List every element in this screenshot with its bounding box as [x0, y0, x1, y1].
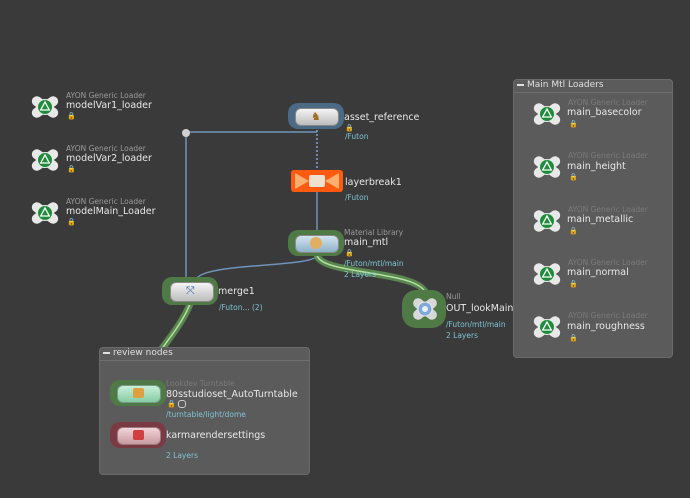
node-type-label: Lookdev Turntable	[166, 379, 235, 388]
node-body: ♞	[295, 108, 339, 126]
node-type-label: AYON Generic Loader	[568, 258, 648, 267]
network-box-main-mtl-loaders[interactable]: Main Mtl Loaders AYON Generic Loader mai…	[513, 79, 673, 358]
node-type-label: Material Library	[344, 228, 404, 237]
node-path: /Futon/mtl/main	[446, 320, 506, 329]
turntable-icon	[133, 388, 144, 398]
node-name: asset_reference	[344, 112, 420, 123]
node-name: karmarendersettings	[166, 430, 266, 441]
layerbreak-icon	[295, 173, 339, 189]
node-name: merge1	[218, 286, 255, 297]
node-body	[117, 385, 161, 403]
karma-icon	[133, 430, 144, 440]
node-type-label: AYON Generic Loader	[568, 311, 648, 320]
node-name: main_roughness	[567, 321, 645, 332]
loader-icon	[28, 146, 62, 178]
node-body: ⤧	[170, 282, 214, 302]
loader-icon	[28, 93, 62, 125]
node-name: main_normal	[567, 267, 629, 278]
display-flag-icon	[178, 400, 186, 408]
loader-icon	[530, 207, 564, 239]
node-type-label: AYON Generic Loader	[66, 91, 146, 100]
lock-icon: 🔒	[569, 227, 578, 235]
node-name: main_mtl	[344, 237, 389, 248]
node-name: modelVar2_loader	[66, 153, 152, 164]
lock-icon: 🔒	[569, 173, 578, 181]
wire-dot[interactable]	[182, 129, 190, 137]
collapse-icon[interactable]	[103, 351, 110, 354]
node-body	[117, 427, 161, 445]
wire-asset-to-merge	[185, 131, 317, 280]
merge-icon: ⤧	[186, 284, 195, 297]
node-name: main_metallic	[567, 214, 634, 225]
loader-icon	[530, 260, 564, 292]
loader-icon	[530, 313, 564, 345]
loader-icon	[530, 100, 564, 132]
node-name: OUT_lookMain	[446, 303, 514, 314]
material-icon	[310, 237, 322, 249]
node-body	[291, 170, 343, 192]
node-type-label: AYON Generic Loader	[66, 197, 146, 206]
node-name: layerbreak1	[345, 177, 402, 188]
network-box-title[interactable]: review nodes	[103, 348, 173, 358]
network-box-review-nodes[interactable]: review nodes Lookdev Turntable 80sstudio…	[99, 347, 310, 475]
node-type-label: AYON Generic Loader	[568, 98, 648, 107]
node-path: /Futon... (2)	[219, 303, 263, 312]
node-body	[295, 235, 339, 253]
node-name: main_basecolor	[567, 107, 642, 118]
node-type-label: AYON Generic Loader	[66, 144, 146, 153]
lock-icon: 🔒	[67, 165, 76, 173]
lock-icon: 🔒	[167, 400, 176, 408]
node-type-label: AYON Generic Loader	[568, 205, 648, 214]
lock-icon: 🔒	[67, 112, 76, 120]
node-name: modelMain_Loader	[66, 206, 156, 217]
node-path: /turntable/light/dome	[166, 410, 246, 419]
lock-icon: 🔒	[569, 280, 578, 288]
lock-icon: 🔒	[67, 218, 76, 226]
node-type-label: AYON Generic Loader	[568, 151, 648, 160]
lock-icon: 🔒	[345, 124, 354, 132]
lock-icon: 🔒	[569, 334, 578, 342]
lock-icon: 🔒	[345, 249, 354, 257]
null-icon	[408, 294, 442, 328]
node-layer-count: 2 Layers	[166, 451, 198, 460]
node-type-label: Null	[446, 292, 461, 301]
node-name: modelVar1_loader	[66, 100, 152, 111]
node-path: /Futon	[345, 132, 369, 141]
loader-icon	[530, 153, 564, 185]
node-layer-count: 2 Layers	[446, 331, 478, 340]
lock-icon: 🔒	[569, 120, 578, 128]
node-name: 80sstudioset_AutoTurntable	[166, 389, 298, 400]
node-path: /Futon/mtl/main	[344, 259, 404, 268]
wire-mtl-to-merge	[195, 254, 318, 281]
collapse-icon[interactable]	[517, 83, 524, 86]
network-box-title[interactable]: Main Mtl Loaders	[517, 80, 604, 90]
node-name: main_height	[567, 161, 626, 172]
loader-icon	[28, 199, 62, 231]
node-path: /Futon	[345, 193, 369, 202]
reference-icon: ♞	[311, 110, 321, 123]
node-layer-count: 2 Layers	[344, 270, 376, 279]
